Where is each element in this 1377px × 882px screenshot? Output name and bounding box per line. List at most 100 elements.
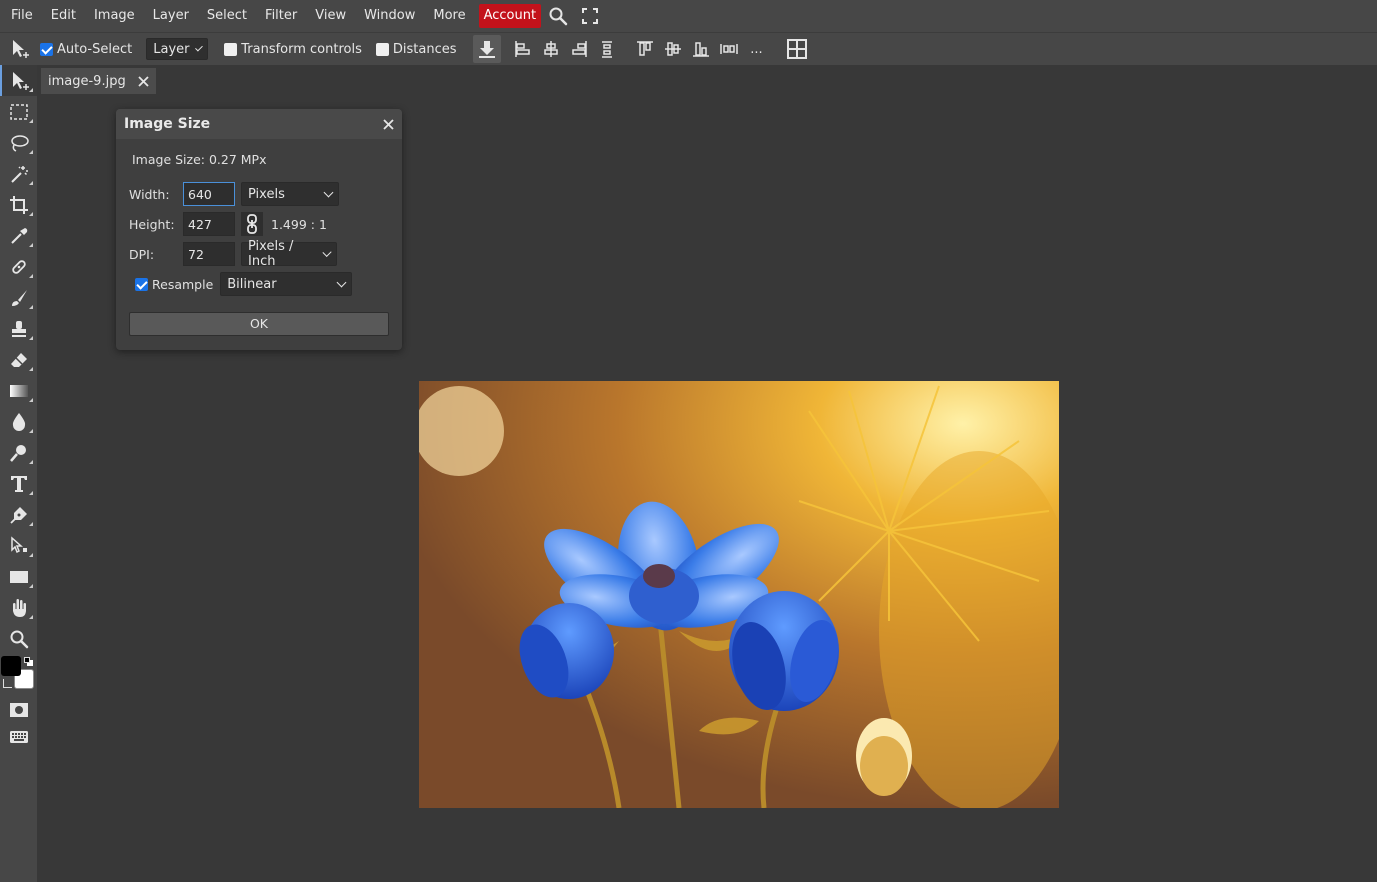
distances-checkbox[interactable]: Distances	[375, 41, 457, 57]
resample-row: Resample Bilinear	[135, 272, 353, 296]
width-input[interactable]: 640	[183, 182, 235, 206]
search-icon[interactable]	[543, 4, 573, 28]
dpi-unit-select[interactable]: Pixels / Inch	[241, 239, 337, 269]
align-bottom-icon[interactable]	[687, 35, 715, 63]
align-right-icon[interactable]	[565, 35, 593, 63]
distances-check-box[interactable]	[375, 42, 389, 56]
close-icon[interactable]	[138, 75, 149, 87]
constrain-proportions-button[interactable]	[241, 212, 263, 236]
dodge-tool[interactable]	[0, 437, 37, 468]
lasso-tool[interactable]	[0, 127, 37, 158]
width-label: Width:	[129, 186, 170, 202]
gradient-tool[interactable]	[0, 375, 37, 406]
crop-tool[interactable]	[0, 189, 37, 220]
default-colors-icon[interactable]	[24, 657, 33, 666]
download-icon[interactable]	[472, 35, 501, 63]
chevron-down-icon	[336, 277, 347, 287]
menu-image[interactable]: Image	[85, 4, 144, 28]
chevron-down-icon	[323, 187, 334, 197]
eyedropper-tool[interactable]	[0, 220, 37, 251]
width-unit-select[interactable]: Pixels	[241, 182, 339, 206]
auto-select-checkbox[interactable]: Auto-Select	[40, 42, 132, 57]
align-top-icon[interactable]	[631, 35, 659, 63]
swap-colors-icon[interactable]	[3, 679, 12, 688]
shape-tool[interactable]	[0, 561, 37, 592]
clone-stamp-tool[interactable]	[0, 313, 37, 344]
blur-tool[interactable]	[0, 406, 37, 437]
rectangle-icon	[9, 570, 28, 583]
menu-bar: File Edit Image Layer Select Filter View…	[0, 0, 1377, 32]
zoom-tool[interactable]	[0, 623, 37, 654]
quick-mask-icon	[9, 702, 28, 717]
target-select[interactable]: Layer	[146, 38, 209, 60]
brush-tool[interactable]	[0, 282, 37, 313]
foreground-color-swatch[interactable]	[1, 656, 21, 676]
document-tab[interactable]: image-9.jpg	[41, 68, 156, 94]
grid-layout-icon[interactable]	[783, 35, 811, 63]
magic-wand-tool[interactable]	[0, 158, 37, 189]
eyedropper-icon	[10, 227, 27, 244]
pen-tool[interactable]	[0, 499, 37, 530]
text-icon	[10, 475, 27, 492]
text-tool[interactable]	[0, 468, 37, 499]
dialog-title: Image Size	[124, 116, 211, 132]
distances-label: Distances	[392, 41, 457, 57]
dodge-icon	[9, 444, 26, 462]
dpi-row: DPI: 72 Pixels / Inch	[129, 239, 337, 269]
path-select-tool[interactable]	[0, 530, 37, 561]
crop-icon	[9, 195, 28, 214]
align-left-icon[interactable]	[509, 35, 537, 63]
image-size-info: Image Size: 0.27 MPx	[132, 152, 267, 167]
resample-method-value: Bilinear	[227, 276, 277, 292]
menu-window[interactable]: Window	[355, 4, 424, 28]
menu-select[interactable]: Select	[198, 4, 256, 28]
auto-select-check-box[interactable]	[40, 42, 53, 56]
zoom-icon	[10, 630, 28, 648]
marquee-icon	[9, 103, 28, 120]
marquee-tool[interactable]	[0, 96, 37, 127]
resample-method-select[interactable]: Bilinear	[220, 272, 353, 296]
height-label: Height:	[129, 216, 175, 232]
account-button[interactable]: Account	[478, 4, 542, 28]
drop-icon	[12, 412, 25, 431]
ok-button[interactable]: OK	[129, 312, 389, 336]
align-middle-v-icon[interactable]	[659, 35, 687, 63]
pen-icon	[9, 506, 27, 524]
menu-filter[interactable]: Filter	[256, 4, 306, 28]
distribute-v-icon[interactable]	[715, 35, 743, 63]
dpi-input[interactable]: 72	[183, 242, 235, 266]
move-tool[interactable]	[0, 65, 37, 96]
move-tool-icon	[0, 33, 40, 66]
menu-file[interactable]: File	[2, 4, 42, 28]
options-bar: Auto-Select Layer Transform controls Dis…	[0, 32, 1377, 65]
canvas-image[interactable]	[419, 381, 1059, 808]
document-tab-label: image-9.jpg	[48, 73, 126, 89]
healing-tool[interactable]	[0, 251, 37, 282]
dialog-header[interactable]: Image Size	[116, 109, 402, 139]
more-options-button[interactable]: ...	[743, 35, 771, 63]
magic-wand-icon	[10, 165, 28, 183]
fullscreen-icon[interactable]	[575, 4, 605, 28]
transform-controls-checkbox[interactable]: Transform controls	[224, 42, 362, 57]
transform-controls-check-box[interactable]	[224, 42, 238, 56]
close-icon[interactable]	[383, 118, 394, 130]
path-select-icon	[10, 535, 27, 553]
image-size-dialog: Image Size Image Size: 0.27 MPx Width: 6…	[116, 109, 402, 350]
dpi-unit-value: Pixels / Inch	[248, 239, 294, 269]
menu-more[interactable]: More	[424, 4, 474, 28]
aspect-ratio: 1.499 : 1	[271, 216, 327, 232]
resample-checkbox[interactable]	[135, 277, 148, 291]
align-center-h-icon[interactable]	[537, 35, 565, 63]
quick-mask-tool[interactable]	[0, 694, 37, 725]
transform-controls-label: Transform controls	[241, 41, 362, 57]
keyboard-shortcuts[interactable]	[0, 725, 37, 749]
hand-tool[interactable]	[0, 592, 37, 623]
height-input[interactable]: 427	[183, 212, 235, 236]
menu-layer[interactable]: Layer	[144, 4, 198, 28]
bandage-icon	[11, 259, 26, 274]
target-select-value: Layer	[153, 41, 190, 57]
menu-view[interactable]: View	[306, 4, 355, 28]
eraser-tool[interactable]	[0, 344, 37, 375]
distribute-h-icon[interactable]	[593, 35, 621, 63]
menu-edit[interactable]: Edit	[42, 4, 85, 28]
